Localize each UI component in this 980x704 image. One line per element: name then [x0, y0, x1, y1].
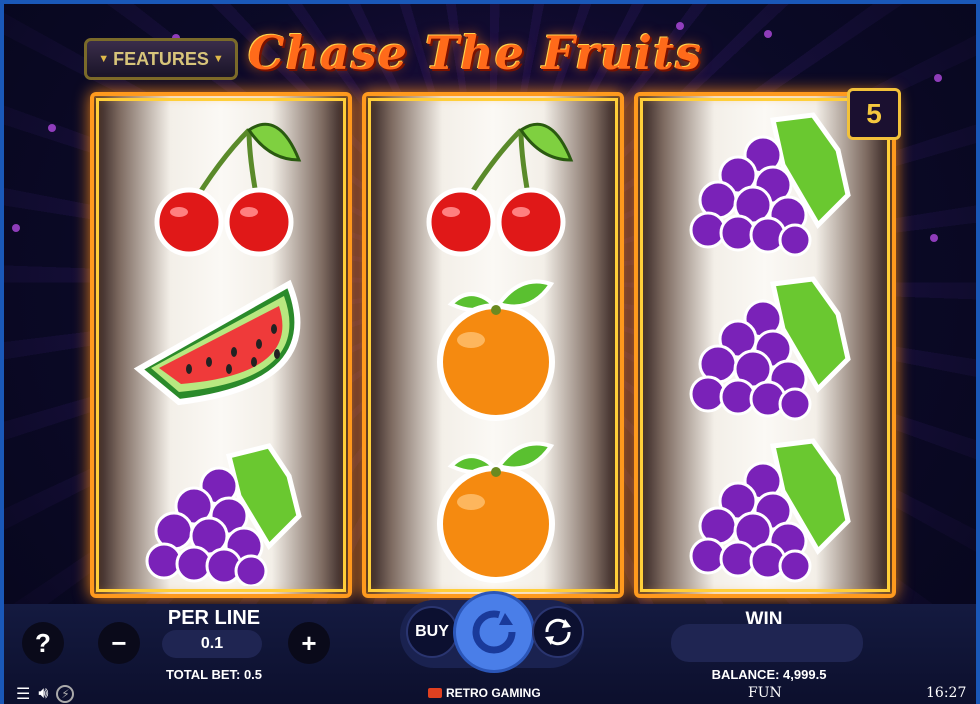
decor-dot: [48, 124, 56, 132]
clock: 16:27: [926, 685, 967, 701]
decor-dot: [12, 224, 20, 232]
decor-dot: [930, 234, 938, 242]
spin-button[interactable]: [456, 594, 532, 670]
decor-dot: [764, 30, 772, 38]
reel-3: [634, 92, 896, 598]
per-line-label: PER LINE: [167, 607, 261, 629]
help-button[interactable]: ?: [22, 622, 64, 664]
game-title: Chase The Fruits: [248, 26, 703, 80]
reel-1: [90, 92, 352, 598]
play-mode: FUN: [748, 685, 782, 701]
menu-icon[interactable]: ☰: [16, 684, 30, 704]
footer-icons: ☰ 🔊︎ ⚡︎: [16, 684, 75, 704]
features-button[interactable]: ▼ FEATURES ▼: [84, 38, 238, 80]
speaker-icon[interactable]: 🔊︎: [38, 685, 48, 703]
spin-icon: [472, 610, 516, 654]
per-line-value: 0.1: [162, 630, 262, 658]
orange-symbol: [391, 274, 601, 424]
watermelon-symbol: [119, 274, 329, 424]
grapes-symbol: [663, 274, 873, 424]
cherry-symbol: [119, 110, 329, 260]
grapes-symbol: [663, 110, 873, 260]
grapes-symbol: [663, 436, 873, 586]
balance-label: BALANCE: 4,999.5: [711, 667, 827, 682]
turbo-icon[interactable]: ⚡︎: [56, 685, 75, 703]
cherry-symbol: [391, 110, 601, 260]
win-value: [671, 624, 863, 662]
reel-2: [362, 92, 624, 598]
decor-dot: [934, 74, 942, 82]
triangle-down-icon: ▼: [98, 53, 110, 65]
increase-bet-button[interactable]: +: [288, 622, 330, 664]
orange-symbol: [391, 436, 601, 586]
brand: RETRO GAMING: [428, 686, 541, 700]
triangle-down-icon: ▼: [212, 53, 224, 65]
decrease-bet-button[interactable]: −: [98, 622, 140, 664]
features-label: FEATURES: [113, 48, 209, 69]
grapes-symbol: [119, 436, 329, 588]
brand-name: RETRO GAMING: [446, 686, 541, 700]
lines-count-badge: 5: [847, 88, 901, 140]
retro-gaming-logo-icon: [428, 688, 442, 698]
autoplay-icon: [545, 618, 571, 646]
buy-button[interactable]: BUY: [406, 606, 458, 658]
total-bet-label: TOTAL BET: 0.5: [165, 667, 263, 682]
autoplay-button[interactable]: [532, 606, 584, 658]
